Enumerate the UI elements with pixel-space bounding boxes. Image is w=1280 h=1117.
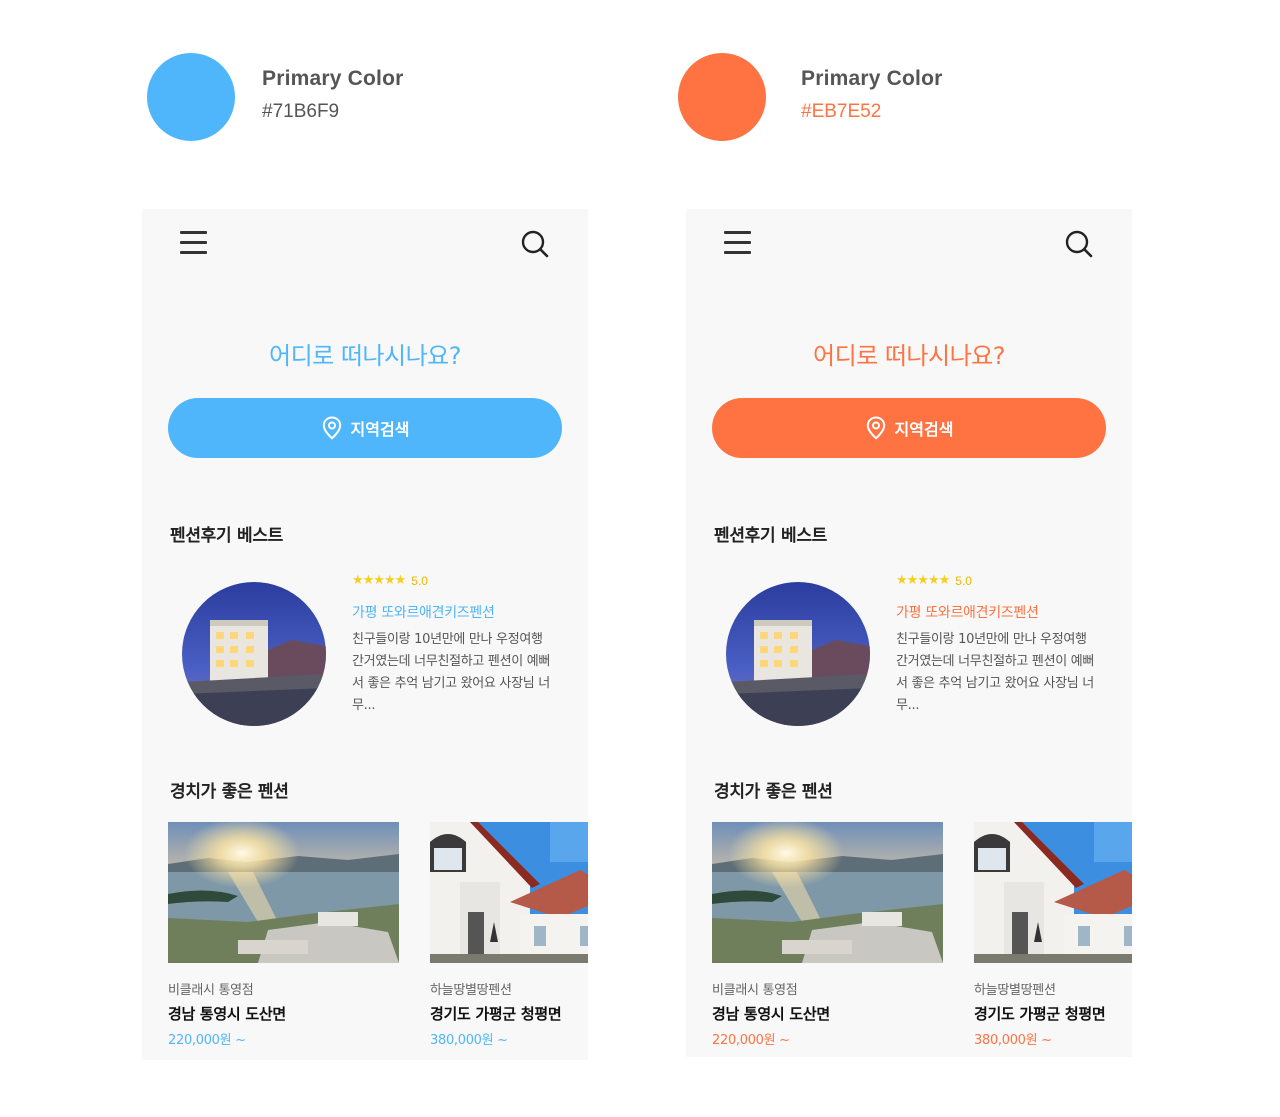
pension-photo-sunset (712, 822, 943, 963)
pension-location: 경기도 가평군 청평면 (430, 1005, 562, 1023)
pension-card[interactable]: 하늘땅별땅펜션 경기도 가평군 청평면 380,000원 ~ (430, 822, 588, 1048)
review-text: 친구들이랑 10년만에 만나 우정여행 간거였는데 너무친절하고 펜션이 예뻐서… (896, 632, 1095, 713)
pension-name: 하늘땅별땅펜션 (430, 983, 512, 998)
pension-location: 경남 통영시 도산면 (712, 1005, 830, 1023)
search-icon[interactable] (520, 229, 550, 259)
swatch-label: Primary Color (262, 67, 404, 90)
hamburger-menu-icon[interactable] (724, 231, 752, 255)
scenic-section-title: 경치가 좋은 펜션 (170, 782, 289, 802)
pension-location: 경남 통영시 도산면 (168, 1005, 286, 1023)
pension-name: 하늘땅별땅펜션 (974, 983, 1056, 998)
best-review-section-title: 펜션후기 베스트 (714, 526, 827, 546)
hamburger-menu-icon[interactable] (180, 231, 208, 255)
review-score: 5.0 (955, 573, 972, 588)
review-pension-name[interactable]: 가평 또와르애견키즈펜션 (352, 602, 495, 622)
color-swatch-orange: Primary Color #EB7E52 (678, 53, 1038, 141)
review-photo[interactable] (182, 582, 326, 726)
region-search-button[interactable]: 지역검색 (168, 398, 562, 458)
pension-price: 220,000원 ~ (712, 1033, 790, 1048)
region-search-label: 지역검색 (894, 420, 954, 439)
pension-location: 경기도 가평군 청평면 (974, 1005, 1106, 1023)
review-text: 친구들이랑 10년만에 만나 우정여행 간거였는데 너무친절하고 펜션이 예뻐서… (352, 632, 551, 713)
color-circle (147, 53, 235, 141)
pension-name: 비클래시 통영점 (712, 983, 798, 998)
pension-photo-house (430, 822, 588, 963)
pension-photo-sunset (168, 822, 399, 963)
review-pension-name[interactable]: 가평 또와르애견키즈펜션 (896, 602, 1039, 622)
scenic-section-title: 경치가 좋은 펜션 (714, 782, 833, 802)
search-icon[interactable] (1064, 229, 1094, 259)
pension-price: 380,000원 ~ (974, 1033, 1052, 1048)
review-rating: ★★★★★ 5.0 (896, 573, 972, 588)
pension-card[interactable]: 비클래시 통영점 경남 통영시 도산면 220,000원 ~ (712, 822, 943, 1048)
region-search-label: 지역검색 (350, 420, 410, 439)
swatch-hex: #EB7E52 (801, 101, 882, 122)
color-swatch-blue: Primary Color #71B6F9 (147, 53, 507, 141)
color-circle (678, 53, 766, 141)
swatch-label: Primary Color (801, 67, 943, 90)
phone-mockup-blue: 어디로 떠나시나요? 지역검색 펜션후기 베스트 ★★★★★ 5.0 가평 또와… (142, 209, 588, 1060)
review-photo[interactable] (726, 582, 870, 726)
swatch-hex: #71B6F9 (262, 101, 340, 122)
star-icon: ★★★★★ (896, 573, 950, 588)
review-rating: ★★★★★ 5.0 (352, 573, 428, 588)
star-icon: ★★★★★ (352, 573, 406, 588)
pension-card[interactable]: 비클래시 통영점 경남 통영시 도산면 220,000원 ~ (168, 822, 399, 1048)
pension-card[interactable]: 하늘땅별땅펜션 경기도 가평군 청평면 380,000원 ~ (974, 822, 1132, 1048)
location-pin-icon (322, 416, 341, 440)
phone-mockup-orange: 어디로 떠나시나요? 지역검색 펜션후기 베스트 ★★★★★ 5.0 가평 또와… (686, 209, 1132, 1057)
pension-price: 380,000원 ~ (430, 1033, 508, 1048)
review-score: 5.0 (411, 573, 428, 588)
region-search-button[interactable]: 지역검색 (712, 398, 1106, 458)
best-review-section-title: 펜션후기 베스트 (170, 526, 283, 546)
headline: 어디로 떠나시나요? (812, 342, 1006, 370)
pension-photo-house (974, 822, 1132, 963)
headline: 어디로 떠나시나요? (268, 342, 462, 370)
pension-name: 비클래시 통영점 (168, 983, 254, 998)
pension-price: 220,000원 ~ (168, 1033, 246, 1048)
location-pin-icon (866, 416, 885, 440)
